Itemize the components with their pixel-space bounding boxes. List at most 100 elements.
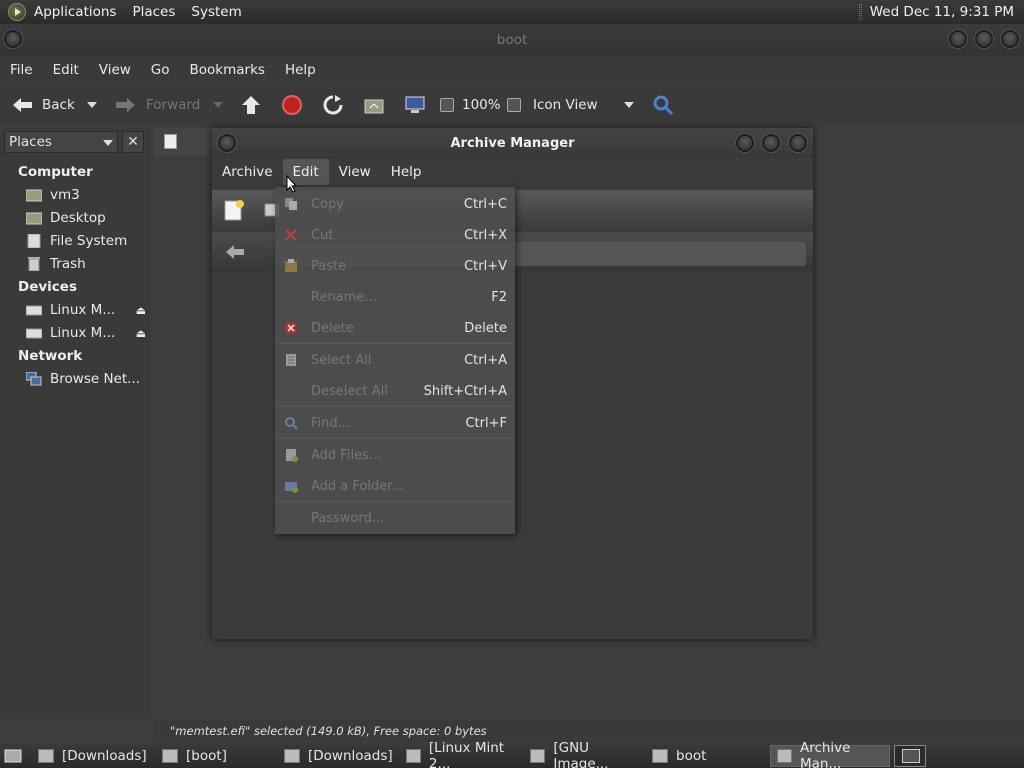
up-arrow-icon[interactable] bbox=[240, 94, 262, 116]
search-icon[interactable] bbox=[652, 94, 674, 116]
menu-item-shortcut: Ctrl+A bbox=[464, 352, 507, 368]
file-manager-menubar: File Edit View Go Bookmarks Help bbox=[0, 56, 1024, 84]
reload-icon[interactable] bbox=[322, 94, 344, 116]
menu-item-find[interactable]: Find... Ctrl+F bbox=[275, 409, 515, 437]
view-mode-select[interactable]: Icon View bbox=[533, 97, 598, 113]
eject-icon[interactable]: ⏏ bbox=[136, 327, 146, 340]
sidebar-item-browse-network[interactable]: Browse Net... bbox=[26, 371, 146, 387]
zoom-in-icon[interactable] bbox=[507, 98, 521, 112]
task-downloads-1[interactable]: [Downloads] bbox=[32, 745, 154, 767]
new-archive-icon[interactable] bbox=[222, 198, 246, 222]
menu-view[interactable]: View bbox=[89, 62, 141, 78]
task-linux-mint[interactable]: [Linux Mint 2... bbox=[400, 740, 522, 768]
menu-item-delete[interactable]: Delete Delete bbox=[275, 314, 515, 342]
menu-item-label: Find... bbox=[311, 415, 351, 431]
menu-go[interactable]: Go bbox=[141, 62, 180, 78]
sidebar-item-device-2[interactable]: Linux M... ⏏ bbox=[26, 325, 146, 341]
sidebar-item-desktop[interactable]: Desktop bbox=[26, 210, 146, 226]
task-downloads-2[interactable]: [Downloads] bbox=[278, 745, 398, 767]
menu-item-add-files[interactable]: Add Files... bbox=[275, 441, 515, 469]
menu-item-add-folder[interactable]: Add a Folder... bbox=[275, 472, 515, 500]
terminal-icon bbox=[406, 749, 421, 763]
menu-bookmarks[interactable]: Bookmarks bbox=[180, 62, 275, 78]
task-gnu-image[interactable]: [GNU Image... bbox=[524, 740, 644, 768]
menu-item-label: Paste bbox=[311, 258, 347, 274]
back-history-dropdown[interactable] bbox=[87, 102, 97, 108]
back-button[interactable]: Back bbox=[10, 95, 75, 115]
places-selector[interactable]: Places bbox=[4, 131, 118, 153]
stop-icon[interactable] bbox=[281, 94, 303, 116]
applications-menu[interactable]: Applications bbox=[26, 4, 124, 20]
sidebar-item-label: Linux M... bbox=[50, 302, 116, 318]
forward-history-dropdown[interactable] bbox=[213, 102, 223, 108]
disk-icon bbox=[26, 328, 42, 339]
task-boot-2[interactable]: boot bbox=[646, 745, 766, 767]
menu-file[interactable]: File bbox=[0, 62, 43, 78]
menu-archive[interactable]: Archive bbox=[212, 159, 283, 185]
back-arrow-icon[interactable] bbox=[224, 242, 246, 262]
workspace-1[interactable] bbox=[902, 749, 920, 763]
menu-item-copy[interactable]: Copy Ctrl+C bbox=[275, 190, 515, 218]
menu-item-label: Cut bbox=[311, 227, 334, 243]
menu-separator bbox=[277, 343, 513, 344]
menu-separator bbox=[277, 406, 513, 407]
places-menu[interactable]: Places bbox=[124, 4, 183, 20]
sidebar-item-label: File System bbox=[50, 233, 128, 249]
menu-item-label: Add Files... bbox=[311, 447, 382, 463]
workspace-switcher[interactable] bbox=[894, 745, 926, 767]
sidebar-close-icon[interactable]: ✕ bbox=[122, 131, 144, 153]
archive-icon bbox=[777, 749, 792, 763]
sidebar-item-label: Trash bbox=[50, 256, 86, 272]
sidebar-item-label: vm3 bbox=[50, 187, 80, 203]
places-header-label: Places bbox=[9, 134, 52, 150]
zoom-out-icon[interactable] bbox=[440, 98, 454, 112]
menu-item-cut[interactable]: Cut Ctrl+X bbox=[275, 221, 515, 249]
home-folder-icon[interactable] bbox=[363, 95, 385, 115]
sidebar-item-file-system[interactable]: File System bbox=[26, 233, 146, 249]
section-devices: Devices bbox=[18, 279, 77, 295]
menu-item-label: Add a Folder... bbox=[311, 478, 404, 494]
menu-item-password[interactable]: Password... bbox=[275, 504, 515, 532]
sidebar: Places ✕ Computer vm3 Desktop File Syste… bbox=[0, 128, 150, 718]
maximize-button[interactable] bbox=[975, 30, 993, 48]
show-desktop-icon[interactable] bbox=[4, 747, 22, 765]
task-label: Archive Man... bbox=[799, 740, 851, 768]
status-bar: "memtest.efi" selected (149.0 kB), Free … bbox=[154, 720, 1024, 742]
close-button[interactable] bbox=[789, 134, 807, 152]
minimize-button[interactable] bbox=[949, 30, 967, 48]
task-boot-1[interactable]: [boot] bbox=[156, 745, 276, 767]
task-archive-manager[interactable]: Archive Man... bbox=[770, 740, 890, 768]
sidebar-item-trash[interactable]: Trash bbox=[26, 256, 146, 272]
menu-help[interactable]: Help bbox=[275, 62, 326, 78]
menu-view[interactable]: View bbox=[329, 159, 381, 185]
view-mode-dropdown-icon[interactable] bbox=[624, 102, 634, 108]
menu-item-select-all[interactable]: Select All Ctrl+A bbox=[275, 346, 515, 374]
mint-logo-icon[interactable] bbox=[8, 3, 26, 21]
menu-edit[interactable]: Edit bbox=[43, 62, 89, 78]
menu-item-rename[interactable]: Rename... F2 bbox=[275, 283, 515, 311]
archive-manager-menubar: Archive Edit View Help bbox=[212, 158, 813, 186]
forward-label: Forward bbox=[146, 97, 201, 113]
cut-icon bbox=[285, 229, 297, 241]
clock[interactable]: Wed Dec 11, 9:31 PM bbox=[858, 4, 1024, 20]
forward-button[interactable]: Forward bbox=[114, 95, 200, 115]
archive-manager-titlebar: Archive Manager bbox=[212, 128, 813, 158]
menu-item-paste[interactable]: Paste Ctrl+V bbox=[275, 252, 515, 280]
maximize-button[interactable] bbox=[762, 134, 780, 152]
task-label: [Downloads] bbox=[62, 748, 147, 764]
system-menu[interactable]: System bbox=[183, 4, 249, 20]
eject-icon[interactable]: ⏏ bbox=[136, 304, 146, 317]
sidebar-item-vm3[interactable]: vm3 bbox=[26, 187, 146, 203]
menu-help[interactable]: Help bbox=[381, 159, 432, 185]
menu-item-shortcut: Delete bbox=[464, 320, 507, 336]
menu-item-deselect-all[interactable]: Deselect All Shift+Ctrl+A bbox=[275, 377, 515, 405]
computer-icon[interactable] bbox=[404, 94, 426, 116]
edit-menu: Copy Ctrl+C Cut Ctrl+X Paste Ctrl+V Rena… bbox=[275, 187, 515, 534]
minimize-button[interactable] bbox=[736, 134, 754, 152]
find-icon bbox=[285, 417, 298, 430]
edit-location-icon[interactable] bbox=[164, 134, 177, 149]
sidebar-item-device-1[interactable]: Linux M... ⏏ bbox=[26, 302, 146, 318]
sidebar-item-label: Desktop bbox=[50, 210, 106, 226]
trash-icon bbox=[28, 257, 40, 271]
close-button[interactable] bbox=[1001, 30, 1019, 48]
